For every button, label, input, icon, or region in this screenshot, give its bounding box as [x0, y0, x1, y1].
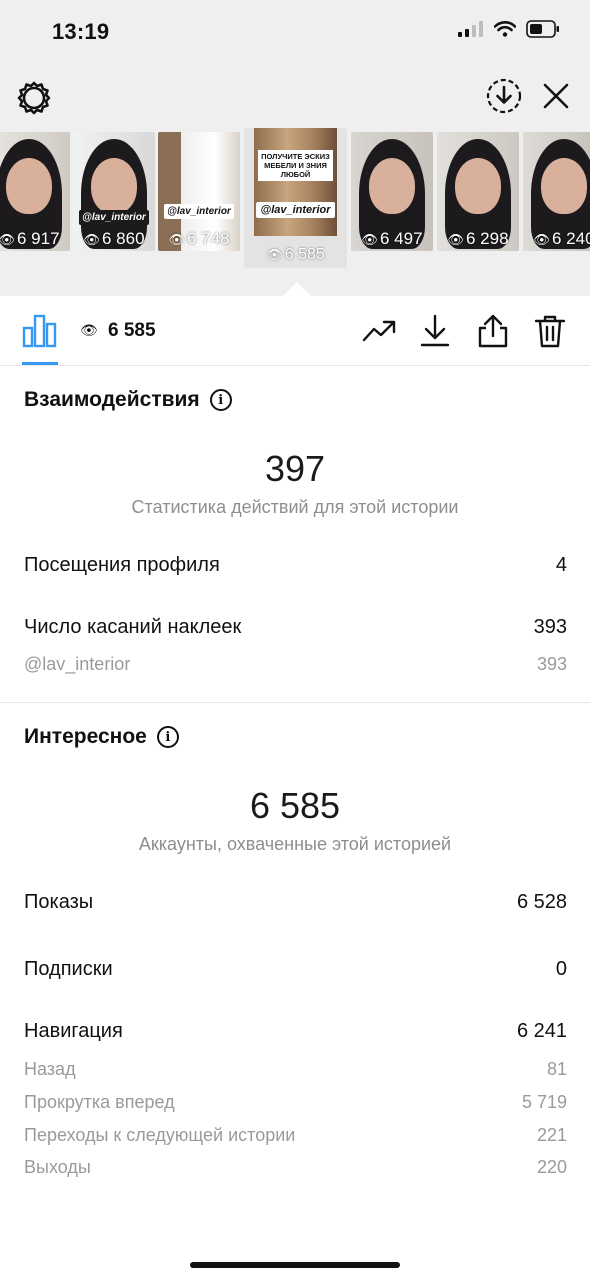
eye-icon: 👁 [447, 232, 464, 247]
wifi-icon [494, 21, 516, 37]
story-thumbnail-strip[interactable]: 👁 6 917 @lav_interior 👁 6 860 @lav_interio… [0, 128, 590, 268]
promote-button[interactable] [362, 314, 396, 348]
row-value: 6 241 [516, 1020, 567, 1042]
row-value: 81 [546, 1059, 567, 1079]
thumbnail-title: ПОЛУЧИТЕ ЭСКИЗ МЕБЕЛИ И ЗНИЯ ЛЮБОЙ [258, 150, 333, 181]
active-tab-indicator [22, 362, 58, 365]
info-icon[interactable]: i [209, 389, 232, 411]
download-button[interactable] [418, 314, 452, 348]
insights-toolbar: 👁 6 585 [0, 296, 590, 366]
close-button[interactable] [538, 78, 574, 114]
thumbnail-views: 👁 6 240 [533, 229, 590, 248]
eye-icon: 👁 [168, 232, 185, 247]
reach-value: 6 585 [108, 320, 156, 341]
home-indicator[interactable] [190, 1262, 400, 1268]
row-label: @lav_interior [24, 654, 131, 674]
eye-icon: 👁 [361, 232, 378, 247]
thumbnail-tag: @lav_interior [79, 210, 149, 225]
discovery-section-title: Интересное i [24, 725, 179, 749]
eye-icon: 👁 [0, 232, 15, 247]
cellular-signal-icon [458, 21, 483, 37]
story-thumbnail-selected[interactable]: ПОЛУЧИТЕ ЭСКИЗ МЕБЕЛИ И ЗНИЯ ЛЮБОЙ @lav_… [244, 128, 347, 268]
row-label: Переходы к следующей истории [24, 1125, 296, 1145]
story-preview-header: 13:19 👁 6 917 @lav_interior 👁 6 860 @lav… [0, 0, 590, 296]
delete-button[interactable] [533, 314, 567, 348]
thumbnail-views: 👁 6 860 [83, 229, 145, 248]
row-label: Показы [24, 891, 94, 913]
story-thumbnail[interactable]: 👁 6 240 [523, 132, 590, 251]
info-icon[interactable]: i [156, 726, 179, 748]
row-value: 0 [555, 958, 567, 980]
thumbnail-views: 👁 6 497 [361, 229, 423, 248]
thumbnail-views: 👁 6 298 [447, 229, 509, 248]
navigation-exits-row: Выходы 220 [24, 1157, 567, 1178]
eye-icon: 👁 [83, 232, 100, 247]
download-icon [420, 314, 450, 347]
profile-visits-row: Посещения профиля 4 [24, 554, 567, 577]
row-value: 6 528 [516, 891, 567, 913]
eye-icon: 👁 [266, 247, 283, 262]
navigation-row: Навигация 6 241 [24, 1020, 567, 1043]
download-circle-icon [486, 78, 522, 114]
row-label: Число касаний наклеек [24, 616, 242, 638]
battery-icon [526, 20, 559, 38]
settings-button[interactable] [14, 78, 54, 118]
interactions-caption: Статистика действий для этой истории [131, 497, 459, 517]
row-label: Выходы [24, 1157, 91, 1177]
impressions-row: Показы 6 528 [24, 891, 567, 914]
row-label: Подписки [24, 958, 113, 980]
story-thumbnail[interactable]: 👁 6 497 [351, 132, 433, 251]
save-story-button[interactable] [484, 76, 524, 116]
row-value: 393 [533, 616, 567, 638]
share-icon [478, 314, 508, 348]
story-thumbnail[interactable]: @lav_interior 👁 6 748 [158, 132, 240, 251]
navigation-back-row: Назад 81 [24, 1059, 567, 1080]
row-value: 5 719 [521, 1092, 567, 1112]
trend-icon [362, 320, 396, 342]
row-label: Назад [24, 1059, 76, 1079]
row-value: 393 [536, 654, 567, 674]
discovery-total: 6 585 [249, 785, 341, 826]
story-thumbnail[interactable]: 👁 6 917 [0, 132, 70, 251]
trash-icon [534, 315, 566, 348]
thumbnail-tag: @lav_interior [164, 204, 234, 219]
follows-row: Подписки 0 [24, 958, 567, 981]
navigation-forward-row: Прокрутка вперед 5 719 [24, 1092, 567, 1113]
gear-icon [17, 81, 51, 115]
interactions-title: Взаимодействия [24, 388, 200, 411]
thumbnail-views: 👁 6 748 [168, 229, 230, 248]
bar-chart-icon [22, 314, 57, 348]
share-button[interactable] [476, 314, 510, 348]
insights-tab[interactable] [22, 312, 58, 348]
thumbnail-views: 👁 6 585 [266, 246, 325, 263]
row-label: Навигация [24, 1020, 123, 1042]
sticker-detail-row: @lav_interior 393 [24, 654, 567, 675]
sticker-taps-row: Число касаний наклеек 393 [24, 616, 567, 639]
story-thumbnail[interactable]: @lav_interior 👁 6 860 [73, 132, 155, 251]
thumbnail-views: 👁 6 917 [0, 229, 60, 248]
eye-icon: 👁 [80, 322, 98, 338]
story-thumbnail[interactable]: 👁 6 298 [437, 132, 519, 251]
row-label: Посещения профиля [24, 554, 220, 576]
row-label: Прокрутка вперед [24, 1092, 175, 1112]
row-value: 220 [536, 1157, 567, 1177]
row-value: 221 [536, 1125, 567, 1145]
selected-indicator [283, 282, 311, 296]
row-value: 4 [555, 554, 567, 576]
discovery-title: Интересное [24, 725, 147, 748]
status-time: 13:19 [52, 19, 110, 44]
section-divider [0, 702, 590, 703]
interactions-section-title: Взаимодействия i [24, 388, 232, 412]
eye-icon: 👁 [533, 232, 550, 247]
close-icon [543, 83, 569, 109]
navigation-next-story-row: Переходы к следующей истории 221 [24, 1125, 567, 1146]
discovery-caption: Аккаунты, охваченные этой историей [138, 834, 452, 854]
thumbnail-tag: @lav_interior [256, 202, 335, 218]
status-icons [458, 20, 560, 38]
interactions-total: 397 [264, 448, 326, 489]
